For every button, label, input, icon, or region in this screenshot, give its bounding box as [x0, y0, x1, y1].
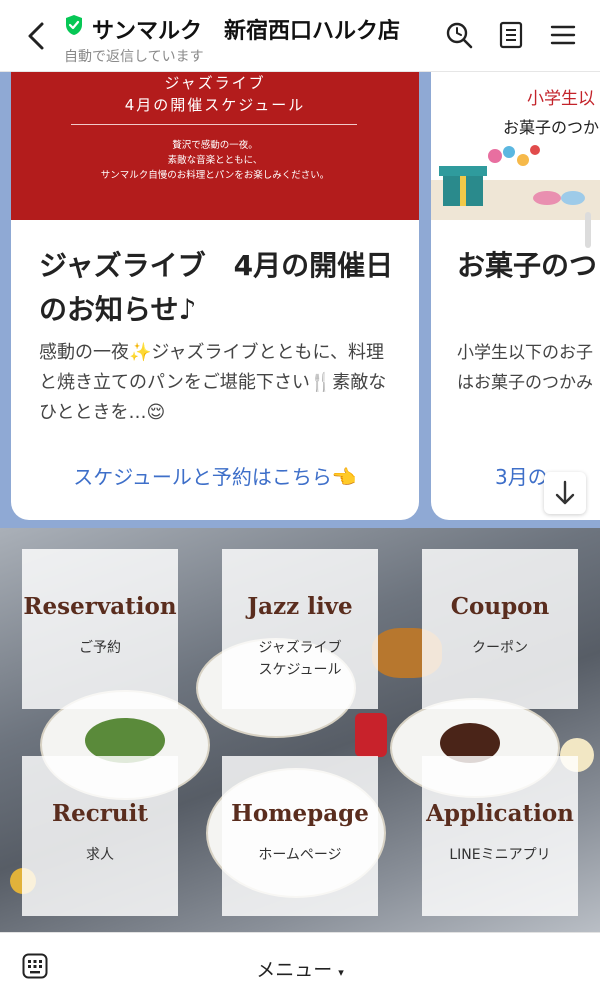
card-description-line: はお菓子のつかみ: [457, 373, 593, 393]
tile-subtitle: ご予約: [79, 640, 121, 656]
card-description-line: 小学生以下のお子: [457, 343, 593, 363]
banner-sub-text: お菓子のつか: [503, 118, 600, 137]
rich-menu: Reservation ご予約 Jazz live ジャズライブ スケジュール …: [0, 528, 600, 932]
sweets-banner[interactable]: 小学生以 お菓子のつか: [431, 72, 600, 220]
banner-title-schedule: 4月の開催スケジュール: [124, 96, 306, 114]
banner-divider: [71, 124, 357, 125]
chat-title[interactable]: サンマルク 新宿西口ハルク店: [92, 13, 400, 45]
tile-title: Reservation: [23, 593, 177, 620]
scrollbar[interactable]: [585, 212, 591, 248]
banner-body: 贅沢で感動の一夜。 素敵な音楽とともに、 サンマルク自慢のお料理とパンをお楽しみ…: [11, 138, 419, 183]
menu-label: メニュー: [256, 959, 333, 981]
rich-menu-application[interactable]: Application LINEミニアプリ: [422, 756, 578, 916]
scroll-down-button[interactable]: [544, 472, 586, 514]
carousel-card-jazz-live[interactable]: ジャズライブ 4月の開催スケジュール 贅沢で感動の一夜。 素敵な音楽とともに、 …: [11, 72, 419, 520]
back-icon[interactable]: [22, 18, 52, 54]
rich-menu-jazz-live[interactable]: Jazz live ジャズライブ スケジュール: [222, 549, 378, 709]
tile-subtitle: 求人: [86, 847, 114, 863]
message-carousel[interactable]: ジャズライブ 4月の開催スケジュール 贅沢で感動の一夜。 素敵な音楽とともに、 …: [0, 72, 600, 528]
auto-reply-status: 自動で返信しています: [64, 49, 204, 65]
schedule-reservation-link[interactable]: スケジュールと予約はこちら👈: [11, 461, 419, 490]
rich-menu-homepage[interactable]: Homepage ホームページ: [222, 756, 378, 916]
banner-title: ジャズライブ: [164, 74, 266, 92]
tile-subtitle: クーポン: [472, 640, 528, 656]
verified-shield-icon: [66, 15, 82, 35]
chat-header: サンマルク 新宿西口ハルク店 自動で返信しています: [0, 0, 600, 72]
carousel-card-sweets[interactable]: 小学生以 お菓子のつか お菓子のつ 小学生以下のお子 はお菓子のつかみ 3月の: [431, 72, 600, 520]
tile-subtitle: ホームページ: [258, 847, 342, 863]
rich-menu-reservation[interactable]: Reservation ご予約: [22, 549, 178, 709]
banner-body-line: 素敵な音楽とともに、: [167, 155, 263, 166]
card-link[interactable]: 3月の: [495, 461, 548, 490]
rich-menu-coupon[interactable]: Coupon クーポン: [422, 549, 578, 709]
tile-title: Coupon: [450, 593, 550, 620]
menu-icon[interactable]: [548, 20, 578, 50]
tile-subtitle: ジャズライブ スケジュール: [258, 640, 342, 678]
gift-candy-icon: [439, 145, 585, 206]
rich-menu-recruit[interactable]: Recruit 求人: [22, 756, 178, 916]
candle: [355, 713, 387, 757]
search-clock-icon[interactable]: [444, 20, 474, 50]
tile-title: Homepage: [231, 800, 369, 827]
tile-title: Application: [426, 800, 574, 827]
card-description: 感動の一夜✨ジャズライブとともに、料理と焼き立てのパンをご堪能下さい🍴素敵なひと…: [39, 342, 387, 423]
bottom-bar: メニュー ▾: [0, 932, 600, 1000]
card-title: お菓子のつ: [457, 249, 598, 282]
jazz-live-banner[interactable]: ジャズライブ 4月の開催スケジュール 贅沢で感動の一夜。 素敵な音楽とともに、 …: [11, 72, 419, 220]
tile-subtitle: LINEミニアプリ: [449, 847, 551, 863]
note-icon[interactable]: [496, 20, 526, 50]
tile-title: Jazz live: [247, 593, 353, 620]
sweets-illustration: [431, 145, 600, 220]
banner-body-line: サンマルク自慢のお料理とパンをお楽しみください。: [100, 170, 330, 181]
banner-red-text: 小学生以: [527, 89, 595, 109]
card-title: ジャズライブ 4月の開催日のお知らせ♪: [39, 249, 394, 326]
rich-menu-toggle[interactable]: メニュー ▾: [0, 955, 600, 982]
caret-down-icon: ▾: [338, 966, 344, 979]
card-description: 小学生以下のお子 はお菓子のつかみ: [457, 338, 600, 398]
tile-title: Recruit: [52, 800, 148, 827]
arrow-down-icon: [555, 480, 575, 505]
banner-body-line: 贅沢で感動の一夜。: [172, 140, 258, 151]
